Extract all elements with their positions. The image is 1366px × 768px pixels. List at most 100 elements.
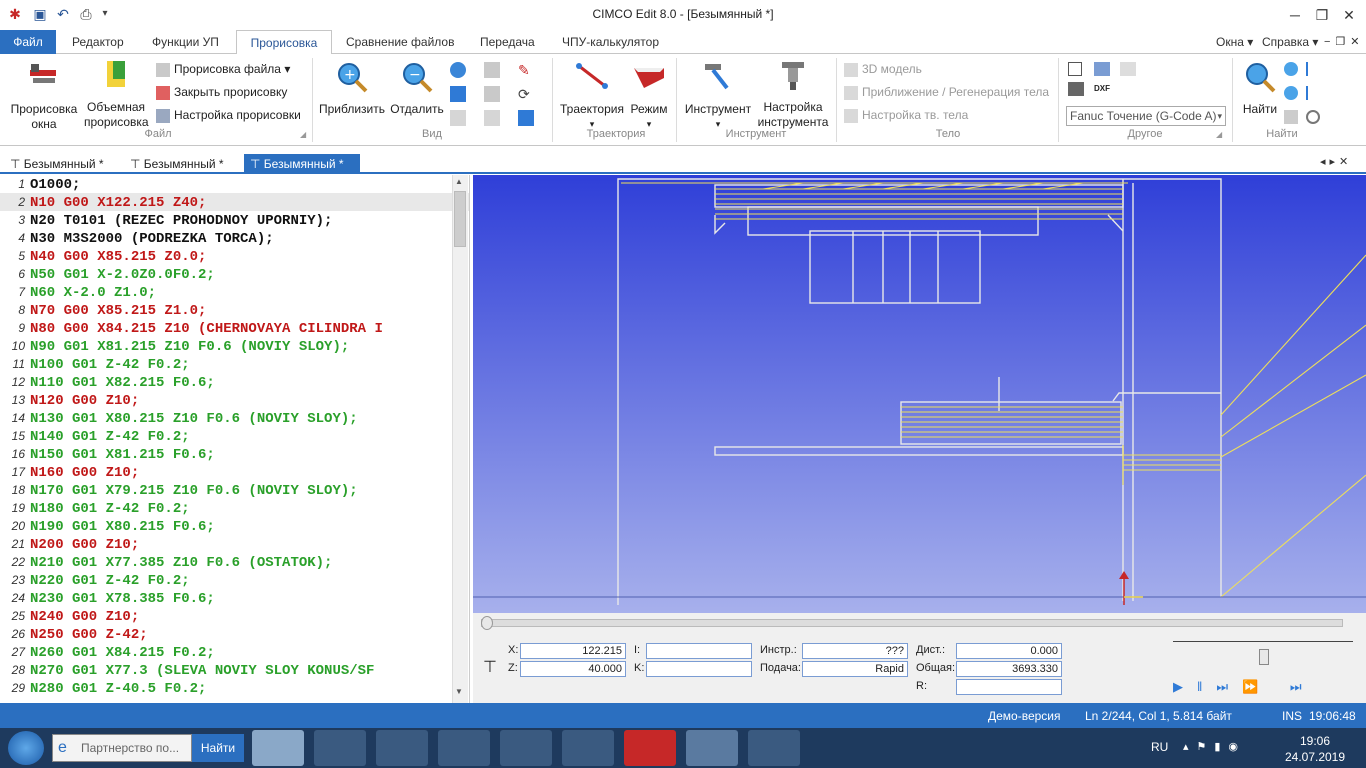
resize-icon[interactable]	[1068, 62, 1082, 76]
code-line[interactable]: 17 N160 G00 Z10;	[0, 463, 469, 481]
scroll-down-icon[interactable]: ▼	[455, 687, 463, 696]
cube-view-icon[interactable]	[484, 62, 500, 78]
3d-model-button[interactable]: 3D модель	[844, 59, 922, 79]
search-input[interactable]: e Партнерство по...	[52, 734, 192, 762]
chrome-icon[interactable]	[376, 730, 428, 766]
menu-help[interactable]: Справка ▾	[1256, 30, 1324, 54]
minimize-button[interactable]: ─	[1280, 4, 1310, 26]
tab-cnc-calculator[interactable]: ЧПУ-калькулятор	[556, 30, 665, 54]
tab-nc-functions[interactable]: Функции УП	[146, 30, 225, 54]
zoom-window-icon[interactable]	[450, 62, 466, 78]
code-line[interactable]: 15 N140 G01 Z-42 F0.2;	[0, 427, 469, 445]
code-line[interactable]: 3 N20 T0101 (REZEC PROHODNOY UPORNIY);	[0, 211, 469, 229]
cube-solid-icon[interactable]	[518, 110, 534, 126]
code-line[interactable]: 22 N210 G01 X77.385 Z10 F0.6 (OSTATOK);	[0, 553, 469, 571]
tray-icons[interactable]: ▴⚑▮◉	[1183, 740, 1246, 753]
code-line[interactable]: 25 N240 G00 Z10;	[0, 607, 469, 625]
speed-slider-handle[interactable]	[1259, 649, 1269, 665]
taskbar-clock-time[interactable]: 19:06	[1280, 734, 1350, 748]
mdi-controls[interactable]: −❐✕	[1318, 30, 1366, 54]
search-button[interactable]: Найти	[192, 734, 244, 762]
media-player-icon[interactable]	[314, 730, 366, 766]
code-line[interactable]: 21 N200 G00 Z10;	[0, 535, 469, 553]
pen-icon[interactable]: ✎	[518, 62, 534, 78]
machine-select[interactable]: Fanuc Точение (G-Code A) ▾	[1066, 106, 1226, 126]
draw-settings-button[interactable]: Настройка прорисовки	[156, 105, 301, 125]
backplot-viewport[interactable]	[473, 175, 1366, 613]
timeline-slider[interactable]	[481, 619, 1343, 627]
export-icon[interactable]	[1094, 62, 1110, 76]
cube-side-icon[interactable]	[484, 86, 500, 102]
tab-backplot[interactable]: Прорисовка	[236, 30, 332, 55]
cube-front-icon[interactable]	[450, 86, 466, 102]
cube-top-icon[interactable]	[450, 110, 466, 126]
video-app-icon[interactable]	[500, 730, 552, 766]
dxf-icon[interactable]: DXF	[1094, 82, 1112, 96]
bookmark-icon[interactable]	[1284, 110, 1298, 124]
solid-draw-button[interactable]: Объемная прорисовка	[84, 58, 149, 130]
find-next-icon[interactable]	[1284, 62, 1298, 76]
tab-transfer[interactable]: Передача	[474, 30, 541, 54]
dialog-launcher-icon[interactable]: ◢	[1216, 130, 1222, 139]
editor-scrollbar[interactable]: ▲ ▼	[452, 175, 468, 703]
chart-app-icon[interactable]	[686, 730, 738, 766]
code-line[interactable]: 14 N130 G01 X80.215 Z10 F0.6 (NOVIY SLOY)…	[0, 409, 469, 427]
tool-button[interactable]: Инструмент ▾	[682, 60, 754, 132]
timeline-handle[interactable]	[481, 616, 493, 630]
code-line[interactable]: 9 N80 G00 X84.215 Z10 (CHERNOVAYA CILINDR…	[0, 319, 469, 337]
code-line[interactable]: 12 N110 G01 X82.215 F0.6;	[0, 373, 469, 391]
calculator-icon[interactable]	[748, 730, 800, 766]
code-line[interactable]: 11 N100 G01 Z-42 F0.2;	[0, 355, 469, 373]
code-line[interactable]: 19 N180 G01 Z-42 F0.2;	[0, 499, 469, 517]
explorer-icon[interactable]	[252, 730, 304, 766]
stl-icon[interactable]	[1068, 82, 1084, 96]
code-line[interactable]: 6 N50 G01 X-2.0Z0.0F0.2;	[0, 265, 469, 283]
window-draw-button[interactable]: Прорисовка окна	[6, 60, 82, 132]
notepad-icon[interactable]	[562, 730, 614, 766]
code-line[interactable]: 18 N170 G01 X79.215 Z10 F0.6 (NOVIY SLOY)…	[0, 481, 469, 499]
code-line[interactable]: 1 O1000;	[0, 175, 469, 193]
doc-tab[interactable]: ⊤ Безымянный *	[124, 154, 242, 174]
opera-icon[interactable]	[438, 730, 490, 766]
tab-file[interactable]: Файл	[0, 30, 56, 54]
code-line[interactable]: 24 N230 G01 X78.385 F0.6;	[0, 589, 469, 607]
layout-icon[interactable]	[1120, 62, 1136, 76]
doc-tab-active[interactable]: ⊤ Безымянный *	[244, 154, 360, 174]
tool-settings-button[interactable]: Настройка инструмента	[754, 58, 832, 130]
goto-top-icon[interactable]	[1306, 62, 1320, 76]
find-prev-icon[interactable]	[1284, 86, 1298, 100]
start-button[interactable]	[8, 731, 44, 765]
tab-editor[interactable]: Редактор	[66, 30, 130, 54]
dialog-launcher-icon[interactable]: ◢	[300, 130, 306, 139]
doc-tab[interactable]: ⊤ Безымянный *	[4, 154, 122, 174]
body-settings-button[interactable]: Настройка тв. тела	[844, 105, 968, 125]
code-line[interactable]: 7 N60 X-2.0 Z1.0;	[0, 283, 469, 301]
rotate-icon[interactable]: ⟳	[518, 86, 534, 102]
mode-button[interactable]: Режим ▾	[626, 60, 672, 132]
tab-file-compare[interactable]: Сравнение файлов	[340, 30, 460, 54]
speed-slider[interactable]	[1173, 641, 1353, 642]
cube-iso-icon[interactable]	[484, 110, 500, 126]
cimco-taskbar-icon[interactable]	[624, 730, 676, 766]
approx-regen-button[interactable]: Приближение / Регенерация тела	[844, 82, 1049, 102]
clock-icon[interactable]	[1306, 110, 1320, 124]
language-indicator[interactable]: RU	[1151, 740, 1168, 754]
code-line[interactable]: 28 N270 G01 X77.3 (SLEVA NOVIY SLOY KONUS…	[0, 661, 469, 679]
code-line[interactable]: 13 N120 G00 Z10;	[0, 391, 469, 409]
code-editor[interactable]: 1 O1000; 2 N10 G00 X122.215 Z40; 3 N20 T0101 …	[0, 175, 470, 703]
draw-file-button[interactable]: Прорисовка файла ▾	[156, 59, 290, 79]
tab-scroll-controls[interactable]: ◂▸✕	[1320, 155, 1352, 168]
zoom-out-button[interactable]: − Отдалить	[388, 60, 446, 117]
code-line[interactable]: 26 N250 G00 Z-42;	[0, 625, 469, 643]
scroll-thumb[interactable]	[454, 191, 466, 247]
scroll-up-icon[interactable]: ▲	[455, 177, 463, 186]
code-line[interactable]: 8 N70 G00 X85.215 Z1.0;	[0, 301, 469, 319]
code-line[interactable]: 5 N40 G00 X85.215 Z0.0;	[0, 247, 469, 265]
code-line[interactable]: 2 N10 G00 X122.215 Z40;	[0, 193, 469, 211]
close-button[interactable]: ✕	[1334, 4, 1364, 26]
zoom-in-button[interactable]: + Приблизить	[318, 60, 386, 117]
code-line[interactable]: 10 N90 G01 X81.215 Z10 F0.6 (NOVIY SLOY);	[0, 337, 469, 355]
taskbar-clock-date[interactable]: 24.07.2019	[1280, 750, 1350, 764]
code-line[interactable]: 20 N190 G01 X80.215 F0.6;	[0, 517, 469, 535]
menu-windows[interactable]: Окна ▾	[1210, 30, 1259, 54]
